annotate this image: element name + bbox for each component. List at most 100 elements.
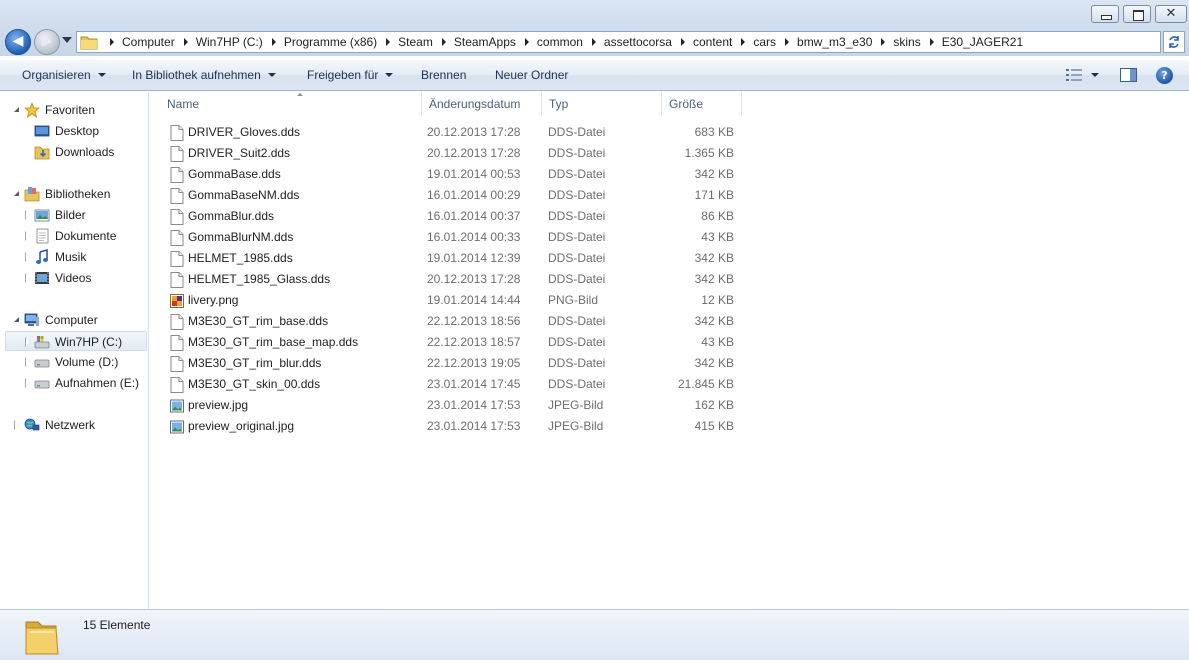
expand-icon[interactable] <box>25 210 33 220</box>
file-row[interactable]: M3E30_GT_rim_base.dds 22.12.2013 18:56 DDS… <box>160 311 750 332</box>
breadcrumb-item[interactable]: E30_JAGER21 <box>942 32 1023 52</box>
file-date: 22.12.2013 18:56 <box>427 314 521 328</box>
nav-desktop[interactable]: Desktop <box>14 121 144 141</box>
file-name: M3E30_GT_rim_base.dds <box>188 314 329 328</box>
file-row[interactable]: M3E30_GT_rim_base_map.dds 22.12.2013 18:5… <box>160 332 750 353</box>
organize-menu[interactable]: Organisieren <box>22 60 106 90</box>
nav-documents[interactable]: Dokumente <box>14 226 144 246</box>
breadcrumb-item[interactable]: common <box>537 32 583 52</box>
expand-icon[interactable] <box>25 231 33 241</box>
refresh-button[interactable] <box>1163 31 1185 53</box>
breadcrumb-item[interactable]: Win7HP (C:) <box>196 32 263 52</box>
file-type: DDS-Datei <box>548 188 606 202</box>
minimize-button[interactable] <box>1091 5 1119 23</box>
file-row[interactable]: livery.png 19.01.2014 14:44 PNG-Bild 12 KB <box>160 290 750 311</box>
file-date: 19.01.2014 12:39 <box>427 251 521 265</box>
view-options-dropdown[interactable] <box>1091 73 1099 77</box>
share-menu[interactable]: Freigeben für <box>307 60 394 90</box>
include-library-menu[interactable]: In Bibliothek aufnehmen <box>132 60 276 90</box>
file-row[interactable]: GommaBaseNM.dds 16.01.2014 00:29 DDS-Datei… <box>160 185 750 206</box>
back-button[interactable]: ◀ <box>5 29 31 55</box>
column-header-size[interactable]: Größe <box>662 92 742 116</box>
chevron-right-icon[interactable] <box>881 38 886 46</box>
chevron-right-icon[interactable] <box>785 38 790 46</box>
file-row[interactable]: M3E30_GT_skin_00.dds 23.01.2014 17:45 DDS-… <box>160 374 750 395</box>
expand-icon[interactable] <box>14 420 22 430</box>
libraries-icon <box>24 187 40 202</box>
breadcrumb-item[interactable]: Programme (x86) <box>284 32 377 52</box>
nav-downloads[interactable]: Downloads <box>14 142 144 162</box>
organize-label: Organisieren <box>22 68 91 82</box>
nav-pictures[interactable]: Bilder <box>14 205 144 225</box>
chevron-right-icon[interactable] <box>591 38 596 46</box>
expand-icon[interactable] <box>25 357 33 367</box>
breadcrumb-item[interactable]: assettocorsa <box>604 32 672 52</box>
collapse-icon[interactable] <box>14 106 22 114</box>
nav-music[interactable]: Musik <box>14 247 144 267</box>
nav-favorites[interactable]: Favoriten <box>14 100 144 120</box>
nav-libraries[interactable]: Bibliotheken <box>14 184 144 204</box>
close-button[interactable]: ✕ <box>1155 5 1187 23</box>
breadcrumb-item[interactable]: skins <box>893 32 920 52</box>
nav-drive-e[interactable]: Aufnahmen (E:) <box>14 373 144 393</box>
file-row[interactable]: DRIVER_Suit2.dds 20.12.2013 17:28 DDS-Date… <box>160 143 750 164</box>
file-date: 16.01.2014 00:29 <box>427 188 521 202</box>
chevron-right-icon[interactable] <box>929 38 934 46</box>
file-row[interactable]: GommaBlurNM.dds 16.01.2014 00:33 DDS-Datei… <box>160 227 750 248</box>
file-date: 20.12.2013 17:28 <box>427 272 521 286</box>
nav-videos[interactable]: Videos <box>14 268 144 288</box>
recent-pages-dropdown[interactable] <box>62 37 72 43</box>
forward-button[interactable]: ▶ <box>34 29 60 55</box>
file-row[interactable]: HELMET_1985_Glass.dds 20.12.2013 17:28 DDS… <box>160 269 750 290</box>
expand-icon[interactable] <box>25 378 33 388</box>
file-row[interactable]: GommaBase.dds 19.01.2014 00:53 DDS-Datei 34… <box>160 164 750 185</box>
file-row[interactable]: preview.jpg 23.01.2014 17:53 JPEG-Bild 162 … <box>160 395 750 416</box>
view-options-icon[interactable] <box>1066 69 1082 81</box>
expand-icon[interactable] <box>25 252 33 262</box>
file-icon <box>170 356 184 372</box>
chevron-right-icon[interactable] <box>183 38 188 46</box>
expand-icon[interactable] <box>25 337 33 347</box>
help-button[interactable]: ? <box>1156 67 1173 84</box>
burn-button[interactable]: Brennen <box>421 60 466 90</box>
file-row[interactable]: M3E30_GT_rim_blur.dds 22.12.2013 19:05 DDS… <box>160 353 750 374</box>
chevron-right-icon[interactable] <box>271 38 276 46</box>
file-type: DDS-Datei <box>548 272 606 286</box>
column-header-label: Größe <box>669 97 704 111</box>
collapse-icon[interactable] <box>14 316 22 324</box>
chevron-right-icon[interactable] <box>524 38 529 46</box>
breadcrumb-item[interactable]: content <box>693 32 732 52</box>
nav-network[interactable]: Netzwerk <box>14 415 144 435</box>
address-bar[interactable]: Computer Win7HP (C:) Programme (x86) Steam S… <box>76 31 1161 53</box>
column-headers: Name Änderungsdatum Typ Größe <box>160 92 742 116</box>
nav-drive-c[interactable]: Win7HP (C:) <box>5 331 147 351</box>
breadcrumb-item[interactable]: bmw_m3_e30 <box>797 32 872 52</box>
nav-drive-d[interactable]: Volume (D:) <box>14 352 144 372</box>
file-row[interactable]: HELMET_1985.dds 19.01.2014 12:39 DDS-Datei… <box>160 248 750 269</box>
breadcrumb-item[interactable]: Steam <box>398 32 433 52</box>
preview-pane-button[interactable] <box>1120 68 1137 82</box>
chevron-right-icon[interactable] <box>110 38 114 46</box>
chevron-right-icon[interactable] <box>741 38 746 46</box>
expand-icon[interactable] <box>25 273 33 283</box>
breadcrumb-item[interactable]: SteamApps <box>454 32 516 52</box>
breadcrumb-item[interactable]: Computer <box>122 32 175 52</box>
file-row[interactable]: preview_original.jpg 23.01.2014 17:53 JPEG… <box>160 416 750 437</box>
breadcrumb-item[interactable]: cars <box>753 32 776 52</box>
nav-computer[interactable]: Computer <box>14 310 144 330</box>
file-list: Name Änderungsdatum Typ Größe DRIVER_Glo… <box>150 92 1189 609</box>
collapse-icon[interactable] <box>14 190 22 198</box>
chevron-right-icon[interactable] <box>441 38 446 46</box>
file-row[interactable]: GommaBlur.dds 16.01.2014 00:37 DDS-Datei 86… <box>160 206 750 227</box>
chevron-right-icon[interactable] <box>386 38 391 46</box>
maximize-button[interactable] <box>1123 5 1151 23</box>
new-folder-button[interactable]: Neuer Ordner <box>495 60 568 90</box>
column-header-name[interactable]: Name <box>160 92 422 116</box>
column-header-date[interactable]: Änderungsdatum <box>422 92 542 116</box>
column-header-type[interactable]: Typ <box>542 92 662 116</box>
file-date: 19.01.2014 00:53 <box>427 167 521 181</box>
file-row[interactable]: DRIVER_Gloves.dds 20.12.2013 17:28 DDS-Dat… <box>160 122 750 143</box>
sort-ascending-icon <box>297 93 303 96</box>
chevron-right-icon[interactable] <box>680 38 685 46</box>
file-type: DDS-Datei <box>548 125 606 139</box>
